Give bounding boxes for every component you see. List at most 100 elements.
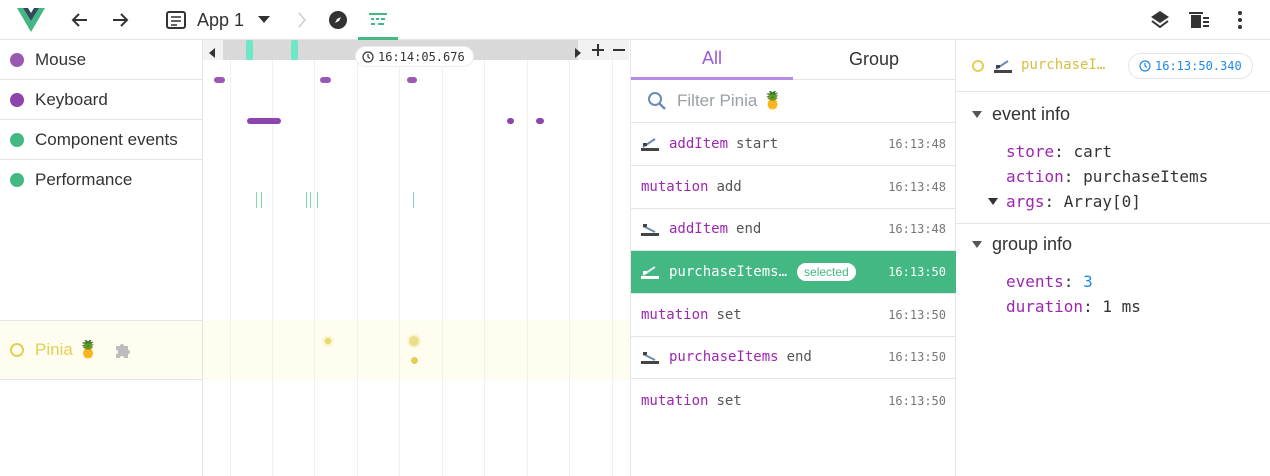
event-sub: set bbox=[716, 392, 742, 409]
tab-all[interactable]: All bbox=[631, 40, 793, 80]
start-flag-icon bbox=[994, 59, 1012, 78]
start-flag-icon bbox=[641, 137, 659, 151]
explore-compass-icon[interactable] bbox=[326, 0, 350, 40]
event-row[interactable]: mutation set 16:13:50 bbox=[631, 379, 956, 422]
prop-args[interactable]: args: Array[0] bbox=[988, 192, 1141, 211]
layers-icon[interactable] bbox=[1148, 0, 1172, 40]
expand-triangle-icon bbox=[972, 110, 982, 118]
pinia-layer-band bbox=[203, 320, 629, 380]
event-time: 16:13:48 bbox=[888, 222, 946, 236]
event-sub: start bbox=[736, 136, 779, 152]
gridline bbox=[442, 40, 443, 476]
event-row[interactable]: addItem start 16:13:48 bbox=[631, 123, 956, 166]
event-name: mutation bbox=[641, 179, 709, 195]
layer-performance[interactable]: Performance bbox=[0, 160, 202, 200]
vue-logo-icon[interactable] bbox=[14, 0, 48, 40]
top-toolbar: App 1 bbox=[0, 0, 1270, 40]
app-selector-label[interactable]: App 1 bbox=[197, 10, 244, 31]
scroll-right-icon[interactable] bbox=[575, 45, 581, 63]
puzzle-plugin-icon[interactable] bbox=[113, 340, 133, 360]
event-row[interactable]: mutation set 16:13:50 bbox=[631, 294, 956, 337]
keyboard-event-marker[interactable] bbox=[536, 118, 544, 124]
prop-key: duration bbox=[1006, 297, 1084, 316]
gridline bbox=[569, 40, 570, 476]
pinia-event-core bbox=[325, 338, 331, 344]
layer-label: Pinia 🍍 bbox=[35, 340, 99, 359]
chevron-down-icon[interactable] bbox=[254, 0, 274, 40]
prop-duration: duration: 1 ms bbox=[1006, 297, 1141, 316]
layer-label: Keyboard bbox=[35, 89, 108, 109]
performance-marker[interactable] bbox=[256, 192, 257, 208]
divider bbox=[956, 223, 1270, 224]
event-name: purchaseItems… bbox=[669, 264, 788, 280]
filter-input[interactable] bbox=[677, 91, 917, 111]
layer-pinia[interactable]: Pinia 🍍 bbox=[0, 320, 202, 380]
event-sub: set bbox=[716, 307, 742, 323]
expand-triangle-icon bbox=[972, 240, 982, 248]
timeline-icon[interactable] bbox=[366, 0, 390, 40]
layer-label: Performance bbox=[35, 170, 133, 189]
layer-color-dot bbox=[10, 52, 24, 67]
prop-action: action: purchaseItems bbox=[1006, 167, 1209, 186]
pinia-event-marker[interactable] bbox=[411, 357, 418, 364]
event-time: 16:13:48 bbox=[888, 137, 946, 151]
group-info-section[interactable]: group info bbox=[972, 234, 1072, 255]
event-info-section[interactable]: event info bbox=[972, 104, 1070, 125]
event-list-panel: All Group addItem start 16:13:48 mutatio… bbox=[630, 40, 956, 476]
prop-value: cart bbox=[1073, 142, 1112, 161]
keyboard-event-marker[interactable] bbox=[247, 118, 281, 124]
inspector-title: purchaseI… bbox=[1021, 57, 1106, 73]
timeline-cursor-time: 16:14:05.676 bbox=[355, 46, 474, 67]
zoom-in-icon[interactable] bbox=[592, 43, 604, 61]
mouse-event-marker[interactable] bbox=[320, 77, 331, 83]
section-title: event info bbox=[992, 104, 1071, 124]
layer-mouse[interactable]: Mouse bbox=[0, 40, 202, 80]
layer-component-events[interactable]: Component events bbox=[0, 120, 202, 160]
performance-marker[interactable] bbox=[306, 192, 307, 208]
end-flag-icon bbox=[641, 350, 659, 364]
gridline bbox=[612, 40, 613, 476]
prop-key: store bbox=[1006, 142, 1055, 161]
timeline-canvas[interactable]: 16:14:05.676 bbox=[203, 40, 629, 476]
app-icon[interactable] bbox=[164, 0, 188, 40]
keyboard-event-marker[interactable] bbox=[507, 118, 514, 124]
range-end-handle[interactable] bbox=[291, 40, 298, 60]
event-name: purchaseItems bbox=[669, 349, 779, 365]
gridline bbox=[230, 40, 231, 476]
timeline-layers: Mouse Keyboard Component events Performa… bbox=[0, 40, 203, 476]
event-time: 16:13:50 bbox=[888, 308, 946, 322]
event-row-selected[interactable]: purchaseItems… selected 16:13:50 bbox=[631, 251, 956, 294]
inspector-time: 16:13:50.340 bbox=[1155, 59, 1242, 73]
expand-triangle-icon bbox=[988, 197, 998, 205]
layer-keyboard[interactable]: Keyboard bbox=[0, 80, 202, 120]
performance-marker[interactable] bbox=[261, 192, 262, 208]
prop-value: Array[0] bbox=[1063, 192, 1141, 211]
event-row[interactable]: purchaseItems end 16:13:50 bbox=[631, 336, 956, 379]
more-vert-icon[interactable] bbox=[1228, 0, 1252, 40]
event-row[interactable]: addItem end 16:13:48 bbox=[631, 208, 956, 251]
performance-marker[interactable] bbox=[317, 192, 318, 208]
forward-arrow-icon[interactable] bbox=[108, 0, 132, 40]
start-flag-icon bbox=[641, 265, 659, 279]
event-sub: end bbox=[736, 221, 762, 237]
prop-key: action bbox=[1006, 167, 1064, 186]
event-name: mutation bbox=[641, 307, 709, 323]
clock-icon bbox=[362, 50, 374, 63]
mouse-event-marker[interactable] bbox=[407, 77, 417, 83]
filter-bar bbox=[631, 80, 956, 123]
prop-events: events: 3 bbox=[1006, 272, 1093, 291]
performance-marker[interactable] bbox=[413, 192, 414, 208]
mouse-event-marker[interactable] bbox=[214, 77, 225, 83]
scroll-left-icon[interactable] bbox=[209, 45, 215, 63]
clock-icon bbox=[1139, 60, 1151, 72]
layer-color-dot bbox=[10, 92, 24, 107]
pinia-event-marker[interactable] bbox=[407, 334, 421, 348]
clear-all-icon[interactable] bbox=[1187, 0, 1211, 40]
performance-marker[interactable] bbox=[310, 192, 311, 208]
range-start-handle[interactable] bbox=[246, 40, 253, 60]
tab-group[interactable]: Group bbox=[793, 40, 955, 80]
gridline bbox=[272, 40, 273, 476]
zoom-out-icon[interactable] bbox=[613, 43, 625, 61]
back-arrow-icon[interactable] bbox=[68, 0, 92, 40]
event-row[interactable]: mutation add 16:13:48 bbox=[631, 166, 956, 209]
